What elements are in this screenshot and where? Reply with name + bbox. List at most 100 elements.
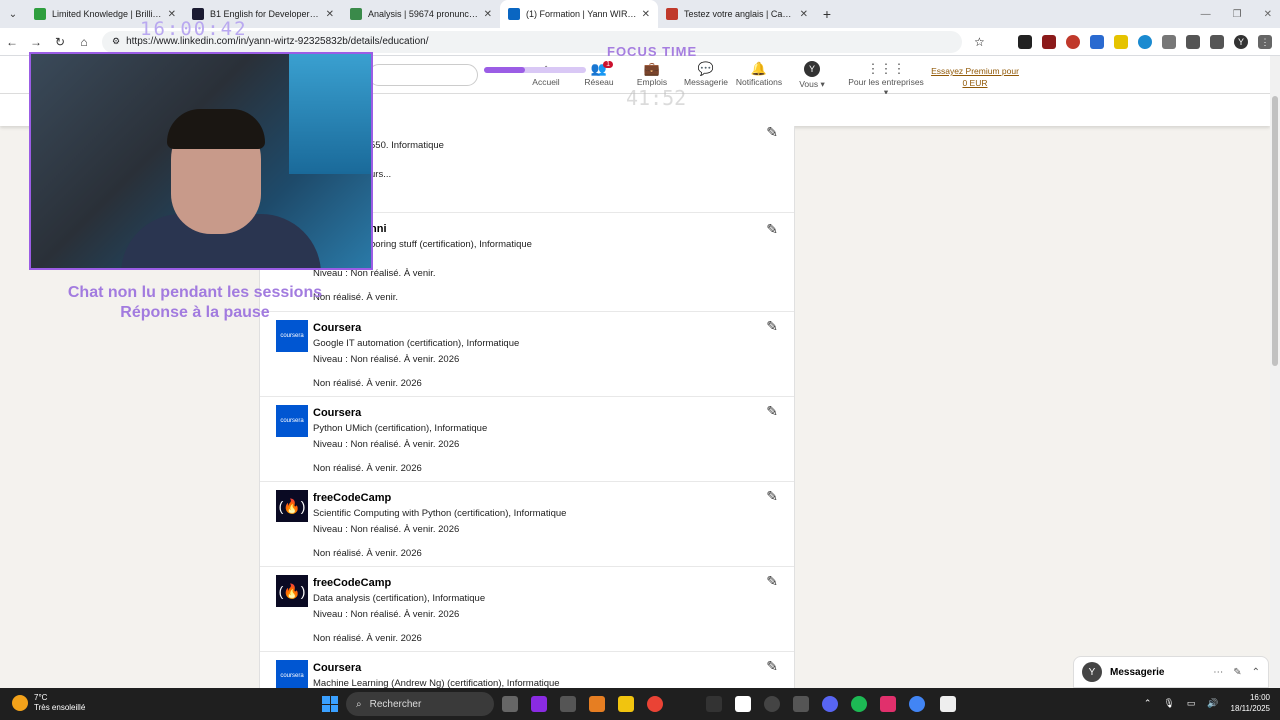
school-name[interactable]: Coursera (313, 322, 361, 334)
degree-text: Python UMich (certification), Informatiq… (313, 423, 488, 434)
more-options-icon[interactable]: ⋯ (1213, 667, 1223, 678)
edit-pencil-icon[interactable]: ✎ (766, 658, 778, 675)
school-logo[interactable]: (🔥) (276, 575, 308, 607)
edit-pencil-icon[interactable]: ✎ (766, 488, 778, 505)
browser-tab[interactable]: (1) Formation | Yann WIRTZ | Li✕ (500, 0, 658, 28)
site-info-icon[interactable]: ⚙ (112, 36, 120, 47)
webcam-overlay (29, 52, 373, 270)
volume-icon[interactable]: 🔊 (1207, 698, 1218, 709)
school-logo[interactable]: coursera (276, 320, 308, 352)
extension-icon[interactable] (1138, 35, 1152, 49)
app-icon[interactable] (531, 696, 547, 712)
browser-menu-icon[interactable]: ⋮ (1258, 35, 1272, 49)
messaging-label: Messagerie (1110, 666, 1165, 678)
close-tab-icon[interactable]: ✕ (326, 9, 334, 20)
school-logo[interactable]: coursera (276, 660, 308, 688)
spotify-icon[interactable] (851, 696, 867, 712)
extension-icon[interactable] (1042, 35, 1056, 49)
scrollbar-thumb[interactable] (1272, 96, 1278, 366)
nav-home[interactable]: ⌂ Accueil (516, 61, 576, 87)
browser-tab[interactable]: Testez votre anglais | Cambridg✕ (658, 0, 816, 28)
close-tab-icon[interactable]: ✕ (484, 9, 492, 20)
premium-link[interactable]: Essayez Premium pour 0 EUR (930, 65, 1020, 89)
close-tab-icon[interactable]: ✕ (642, 9, 650, 20)
focus-progress-bar (484, 67, 586, 73)
chevron-up-icon[interactable]: ⌃ (1144, 698, 1152, 709)
webcam-window-bg (289, 54, 371, 174)
new-tab-button[interactable]: + (816, 6, 838, 22)
chrome-icon[interactable] (909, 696, 925, 712)
school-logo[interactable]: (🔥) (276, 490, 308, 522)
extensions-area: Y ⋮ (1018, 28, 1272, 56)
network-icon[interactable]: ▭ (1187, 698, 1196, 709)
notion-icon[interactable] (940, 696, 956, 712)
focus-remaining: 41:52 (626, 86, 687, 110)
weather-widget[interactable]: 7°C Très ensoleillé (12, 693, 85, 713)
school-logo[interactable]: coursera (276, 405, 308, 437)
nav-notifications[interactable]: 🔔 Notifications (729, 61, 789, 87)
edit-pencil-icon[interactable]: ✎ (766, 126, 778, 141)
app-icon[interactable] (706, 696, 722, 712)
discord-icon[interactable] (822, 696, 838, 712)
browser-tab[interactable]: Analysis | 59674 pronunciation ✕ (342, 0, 500, 28)
start-button[interactable] (322, 696, 338, 712)
bell-icon: 🔔 (750, 61, 768, 76)
nav-messaging[interactable]: 💬 Messagerie (676, 61, 736, 87)
messaging-panel[interactable]: Y Messagerie ⋯ ✎ ⌃ (1073, 656, 1269, 688)
reading-list-icon[interactable] (1210, 35, 1224, 49)
nav-me[interactable]: Y Vous ▾ (782, 61, 842, 90)
tab-search-icon[interactable]: ⌄ (0, 0, 26, 28)
reload-icon[interactable]: ↻ (48, 35, 72, 49)
windows-taskbar: 7°C Très ensoleillé ⌕ Rechercher ⌃ 🎙 ▭ 🔊… (0, 688, 1280, 720)
nav-network[interactable]: 👥 1 Réseau (569, 61, 629, 87)
notion-icon[interactable] (735, 696, 751, 712)
app-icon[interactable] (589, 696, 605, 712)
app-icon[interactable] (793, 696, 809, 712)
mic-icon[interactable]: 🎙 (1163, 698, 1174, 709)
favicon-icon (350, 8, 362, 20)
close-tab-icon[interactable]: ✕ (800, 9, 808, 20)
taskbar-clock[interactable]: 16:00 18/11/2025 (1231, 692, 1270, 714)
compose-icon[interactable]: ✎ (1233, 667, 1241, 678)
extensions-puzzle-icon[interactable] (1162, 35, 1176, 49)
home-icon[interactable]: ⌂ (72, 35, 96, 49)
chrome-icon[interactable] (647, 696, 663, 712)
edit-pencil-icon[interactable]: ✎ (766, 318, 778, 335)
school-name[interactable]: Coursera (313, 407, 361, 419)
close-window-icon[interactable]: ✕ (1264, 9, 1272, 20)
school-name[interactable]: freeCodeCamp (313, 492, 391, 504)
restore-icon[interactable]: ❐ (1233, 9, 1242, 20)
school-name[interactable]: Coursera (313, 662, 361, 674)
extension-icon[interactable] (1090, 35, 1104, 49)
extension-icon[interactable] (1018, 35, 1032, 49)
minimize-icon[interactable]: — (1201, 9, 1211, 20)
edit-pencil-icon[interactable]: ✎ (766, 573, 778, 590)
profile-avatar-icon[interactable]: Y (1234, 35, 1248, 49)
file-explorer-icon[interactable] (618, 696, 634, 712)
degree-text: Data analysis (certification), Informati… (313, 593, 486, 604)
education-entry: coursera Coursera Python UMich (certificat… (260, 397, 794, 482)
page-scrollbar[interactable] (1270, 56, 1280, 688)
forward-icon[interactable]: → (24, 35, 48, 49)
level-text: Niveau : Non réalisé. À venir. 2026 (313, 439, 460, 450)
search-input[interactable] (368, 64, 478, 86)
task-view-icon[interactable] (502, 696, 518, 712)
chevron-up-icon[interactable]: ⌃ (1252, 667, 1260, 678)
edit-pencil-icon[interactable]: ✎ (766, 221, 778, 238)
back-icon[interactable]: ← (0, 35, 24, 49)
nav-jobs[interactable]: 💼 Emplois (622, 61, 682, 87)
extension-icon[interactable] (1066, 35, 1080, 49)
download-icon[interactable] (1186, 35, 1200, 49)
edit-pencil-icon[interactable]: ✎ (766, 403, 778, 420)
nav-business[interactable]: ⋮⋮⋮ Pour les entreprises ▾ (846, 61, 926, 98)
chatgpt-icon[interactable] (764, 696, 780, 712)
tiktok-icon[interactable] (880, 696, 896, 712)
bookmark-star-icon[interactable]: ☆ (974, 35, 985, 49)
settings-icon[interactable] (560, 696, 576, 712)
education-entry: coursera Coursera Machine Learning (Andrew… (260, 652, 794, 688)
school-name[interactable]: freeCodeCamp (313, 577, 391, 589)
degree-text: Google IT automation (certification), In… (313, 338, 520, 349)
description-text: Non réalisé. À venir. 2026 (313, 378, 422, 389)
extension-icon[interactable] (1114, 35, 1128, 49)
taskbar-search[interactable]: ⌕ Rechercher (346, 692, 494, 716)
